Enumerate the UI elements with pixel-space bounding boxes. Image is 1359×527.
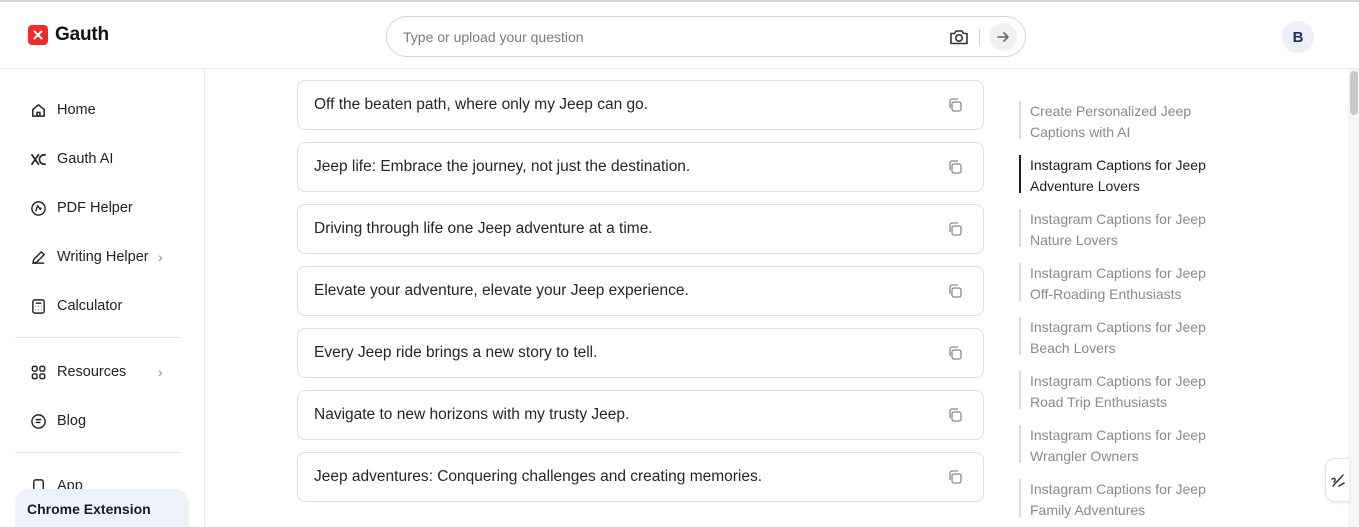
- toc-link[interactable]: Instagram Captions for Jeep Road Trip En…: [1019, 371, 1239, 410]
- search-divider: [979, 29, 980, 45]
- gauth-ai-icon: [31, 153, 46, 165]
- chrome-extension-banner[interactable]: Chrome Extension: [15, 489, 189, 527]
- brand-name: Gauth: [55, 24, 109, 45]
- sidebar-item-label: PDF Helper: [57, 200, 133, 216]
- toc-link-line: Instagram Captions for Jeep: [1030, 481, 1206, 497]
- scrollbar-thumb[interactable]: [1350, 71, 1358, 115]
- toc-link-line: Instagram Captions for Jeep: [1030, 373, 1206, 389]
- toc-link-line: Instagram Captions for Jeep: [1030, 319, 1206, 335]
- copy-icon[interactable]: [947, 469, 963, 485]
- caption-card: Driving through life one Jeep adventure …: [297, 204, 984, 254]
- sidebar-item-label: Writing Helper: [57, 249, 149, 265]
- user-avatar[interactable]: B: [1282, 21, 1314, 53]
- calculator-icon: [32, 298, 45, 314]
- sidebar-item-label: Calculator: [57, 298, 123, 314]
- sidebar-item-calculator[interactable]: Calculator: [30, 294, 122, 318]
- sidebar-item-label: Blog: [57, 413, 87, 429]
- floating-tool-button[interactable]: [1325, 458, 1349, 502]
- page-scrollbar[interactable]: [1348, 69, 1359, 527]
- toc-link-line: Beach Lovers: [1030, 340, 1116, 356]
- toc-link-line: Adventure Lovers: [1030, 178, 1140, 194]
- copy-icon[interactable]: [947, 283, 963, 299]
- copy-icon[interactable]: [947, 221, 963, 237]
- sidebar-item-resources[interactable]: Resources: [30, 360, 126, 384]
- sidebar-item-pdf-helper[interactable]: PDF Helper: [30, 196, 133, 220]
- toc-link[interactable]: Instagram Captions for Jeep Beach Lovers: [1019, 317, 1239, 356]
- toc-link-line: Instagram Captions for Jeep: [1030, 265, 1206, 281]
- toc-link-line: Instagram Captions for Jeep: [1030, 157, 1206, 173]
- gauth-logo[interactable]: Gauth: [28, 24, 109, 46]
- sidebar-item-home[interactable]: Home: [30, 98, 96, 122]
- grid-icon: [31, 365, 46, 379]
- arrow-right-icon: [997, 32, 1009, 42]
- copy-icon[interactable]: [947, 159, 963, 175]
- top-header: Gauth B: [0, 0, 1359, 69]
- caption-text: Elevate your adventure, elevate your Jee…: [314, 282, 689, 299]
- caption-card: Off the beaten path, where only my Jeep …: [297, 80, 984, 130]
- search-bar: [386, 16, 1026, 57]
- caption-card: Jeep life: Embrace the journey, not just…: [297, 142, 984, 192]
- home-icon: [32, 103, 45, 117]
- toc-link-line: Instagram Captions for Jeep: [1030, 211, 1206, 227]
- caption-text: Jeep life: Embrace the journey, not just…: [314, 158, 691, 175]
- caption-card: Jeep adventures: Conquering challenges a…: [297, 452, 984, 502]
- sidebar-item-label: Home: [57, 102, 96, 118]
- blog-icon: [31, 413, 46, 429]
- chevron-right-icon[interactable]: ›: [158, 249, 163, 265]
- gauth-logo-icon: [28, 25, 48, 45]
- sidebar-item-blog[interactable]: Blog: [30, 409, 86, 433]
- toc-link[interactable]: Instagram Captions for Jeep Off-Roading …: [1019, 263, 1239, 302]
- toc-link-line: Off-Roading Enthusiasts: [1030, 286, 1182, 302]
- toc-link[interactable]: Instagram Captions for Jeep Nature Lover…: [1019, 209, 1239, 248]
- page: Gauth B Home Gaut: [0, 0, 1359, 527]
- caption-card: Navigate to new horizons with my trusty …: [297, 390, 984, 440]
- submit-question-button[interactable]: [989, 23, 1017, 51]
- chevron-right-icon[interactable]: ›: [158, 364, 163, 380]
- toc-link-line: Captions with AI: [1030, 124, 1131, 140]
- caption-text: Off the beaten path, where only my Jeep …: [314, 96, 649, 113]
- pen-swoosh-icon: [1330, 474, 1345, 487]
- sidebar-item-label: Resources: [57, 364, 127, 380]
- caption-card: Every Jeep ride brings a new story to te…: [297, 328, 984, 378]
- copy-icon[interactable]: [947, 407, 963, 423]
- toc-link-line: Family Adventures: [1030, 502, 1146, 518]
- search-input[interactable]: [403, 27, 923, 47]
- toc-link-line: Create Personalized Jeep: [1030, 103, 1192, 119]
- sidebar-divider: [15, 337, 181, 338]
- pen-icon: [32, 250, 45, 264]
- toc-link-active[interactable]: Instagram Captions for Jeep Adventure Lo…: [1019, 155, 1239, 194]
- copy-icon[interactable]: [947, 97, 963, 113]
- caption-card: Elevate your adventure, elevate your Jee…: [297, 266, 984, 316]
- toc-link-line: Road Trip Enthusiasts: [1030, 394, 1167, 410]
- caption-text: Driving through life one Jeep adventure …: [314, 220, 653, 237]
- toc-link[interactable]: Instagram Captions for Jeep Wrangler Own…: [1019, 425, 1239, 464]
- copy-icon[interactable]: [947, 345, 963, 361]
- toc-link[interactable]: Instagram Captions for Jeep Family Adven…: [1019, 479, 1239, 518]
- toc-link[interactable]: Create Personalized Jeep Captions with A…: [1019, 101, 1239, 140]
- toc-link-line: Nature Lovers: [1030, 232, 1118, 248]
- caption-text: Every Jeep ride brings a new story to te…: [314, 344, 598, 361]
- sidebar-item-gauth-ai[interactable]: Gauth AI: [30, 147, 113, 171]
- sidebar-item-writing-helper[interactable]: Writing Helper: [30, 245, 149, 269]
- toc-link-line: Instagram Captions for Jeep: [1030, 427, 1206, 443]
- sidebar-item-label: Gauth AI: [57, 151, 114, 167]
- camera-icon[interactable]: [948, 27, 970, 47]
- toc-link-line: Wrangler Owners: [1030, 448, 1139, 464]
- pdf-icon: [31, 200, 46, 216]
- caption-text: Jeep adventures: Conquering challenges a…: [314, 468, 763, 485]
- sidebar-divider: [15, 452, 181, 453]
- caption-text: Navigate to new horizons with my trusty …: [314, 406, 630, 423]
- sidebar: Home Gauth AI PDF Helper Writing Helper …: [0, 69, 205, 527]
